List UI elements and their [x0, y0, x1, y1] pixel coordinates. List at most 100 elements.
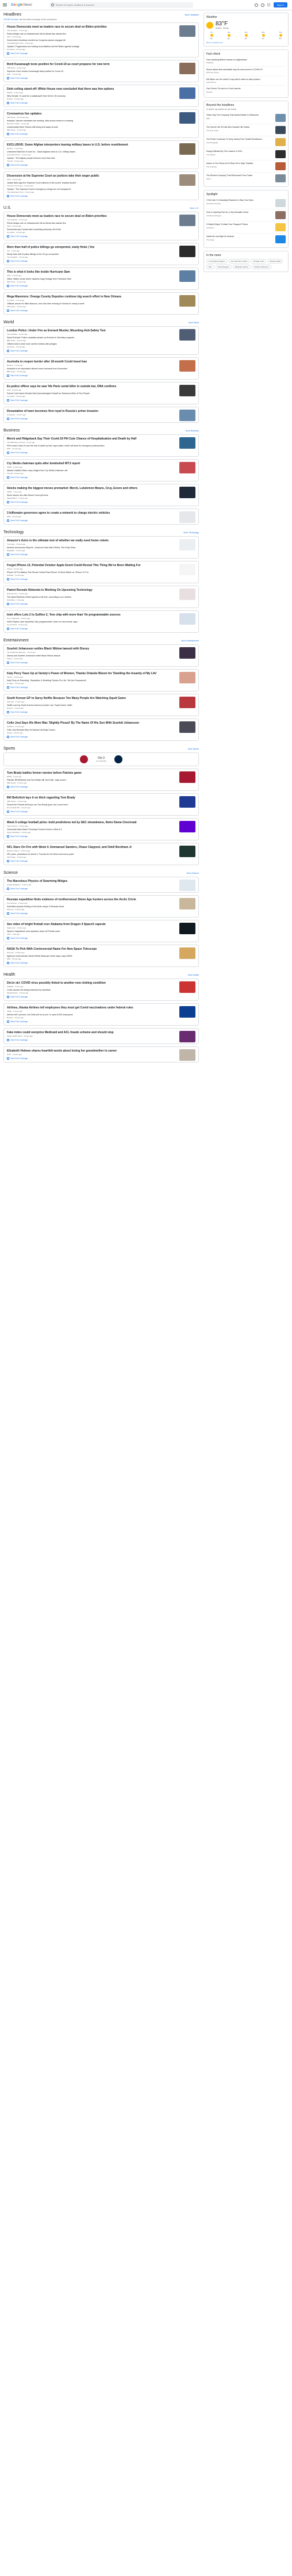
sidebar-story-title[interactable]: Inside the new fight for Android	[206, 235, 234, 238]
full-coverage-button[interactable]: View Full Coverage	[7, 628, 195, 630]
related-story[interactable]: Amazon Announces Reports - Amazon's New …	[7, 546, 174, 552]
story-headline[interactable]: Merck and Ridgeback Say Their Covid-19 P…	[7, 437, 174, 441]
story-thumbnail[interactable]	[179, 112, 195, 124]
topic-chip[interactable]: Elizabeth Holmes	[232, 265, 251, 270]
sidebar-story[interactable]: Fact-checking Biden's answer on Afghanis…	[206, 57, 286, 66]
full-coverage-button[interactable]: View Full Coverage	[7, 912, 195, 915]
related-story[interactable]: Covid vaccine link being examined by sci…	[7, 989, 174, 994]
sidebar-story-thumbnail[interactable]	[275, 174, 286, 183]
sidebar-story-title[interactable]: Author of Our Flame Art Of Bow US Is Hig…	[206, 162, 253, 165]
sidebar-story-thumbnail[interactable]	[275, 150, 286, 159]
story-thumbnail[interactable]	[179, 295, 195, 307]
story-headline[interactable]: Colin Jost Says His Mom Was 'Slightly Pi…	[7, 721, 174, 725]
sidebar-story[interactable]: Deeply Affected By The Leaders in 2021 Th…	[206, 148, 286, 160]
story-thumbnail[interactable]	[179, 487, 195, 498]
story-thumbnail[interactable]	[179, 215, 195, 226]
more-health-link[interactable]: More Health	[188, 974, 199, 976]
related-story[interactable]: SpaceX Inspiration4 crew splashes down o…	[7, 930, 174, 935]
sidebar-story-thumbnail[interactable]	[275, 162, 286, 171]
related-story[interactable]: Officials search for Mike Mansour, who h…	[7, 303, 174, 308]
related-story[interactable]: Pelosi delays vote on infrastructure bil…	[7, 33, 174, 38]
related-story-title[interactable]: Study finds half of police killings in t…	[7, 253, 59, 255]
full-coverage-button[interactable]: View Full Coverage	[7, 452, 195, 454]
related-story-title[interactable]: Unvaccinated New Yorkers still being sen…	[7, 126, 58, 128]
full-coverage-button[interactable]: View Full Coverage	[7, 686, 195, 689]
related-story[interactable]: Opinion: 'The Supreme Court's emergency …	[7, 188, 174, 193]
related-story[interactable]: Australia to let vaccinated citizens tra…	[7, 368, 174, 373]
sidebar-story-title[interactable]: Shock claims that vaccinated may be more…	[206, 68, 262, 71]
apps-grid-icon[interactable]	[267, 3, 271, 7]
sidebar-story[interactable]: Inside the new fight for Android The Verg…	[206, 233, 286, 245]
related-story-title[interactable]: iPhone 13 Pro Battery Test Shows Critica…	[7, 571, 89, 574]
sidebar-story-title[interactable]: The Secret Life Of Kids Who Wouldn't Be …	[206, 126, 249, 128]
related-story[interactable]: Unvaccinated New Yorkers still being sen…	[7, 126, 174, 131]
related-story[interactable]: Analysis: Vaccine mandates are working, …	[7, 120, 174, 125]
story-thumbnail[interactable]	[179, 721, 195, 733]
sidebar-story[interactable]: The Secret Life Of Kids Who Wouldn't Be …	[206, 124, 286, 136]
story-thumbnail[interactable]	[179, 1006, 195, 1018]
related-story[interactable]: Should the Patriots still hope can Tom B…	[7, 804, 174, 809]
related-story[interactable]: Government shutdown averted as Congress …	[7, 39, 174, 44]
related-story-title[interactable]: Scientists surprise finding of old Arcti…	[7, 905, 64, 908]
related-story-title[interactable]: Pelosi delays vote on infrastructure bil…	[7, 222, 66, 224]
related-story[interactable]: Stock futures rise after Merck Covid pil…	[7, 494, 174, 499]
full-coverage-button[interactable]: View Full Coverage	[7, 888, 195, 890]
story-thumbnail[interactable]	[179, 63, 195, 74]
related-story-title[interactable]: Opinion: 'The Afghan people deserve more…	[7, 157, 55, 159]
story-thumbnail[interactable]	[179, 613, 195, 625]
story-thumbnail[interactable]	[179, 25, 195, 37]
story-headline[interactable]: Patent Reveals Nintendo Is Working On Up…	[7, 588, 174, 592]
story-thumbnail[interactable]	[179, 539, 195, 551]
story-thumbnail[interactable]	[179, 981, 195, 993]
story-thumbnail[interactable]	[179, 1049, 195, 1061]
story-headline[interactable]: Devastation of town becomes first royal …	[7, 410, 174, 413]
sidebar-story-title[interactable]: 5 Helpful Ways To Make Your Passport Pho…	[206, 223, 248, 226]
related-story[interactable]: Airlines tell 2 percent, but Delta will …	[7, 1014, 174, 1019]
related-story[interactable]: Opinion: Progressives are holding reconc…	[7, 45, 174, 51]
story-headline[interactable]: Russian expedition finds evidence of nor…	[7, 898, 174, 901]
full-coverage-button[interactable]: View Full Coverage	[7, 578, 195, 580]
related-story[interactable]: Study finds half of police killings in t…	[7, 253, 174, 258]
sidebar-story-title[interactable]: Fact Check: Flu shot no Covid vaccine	[206, 87, 241, 90]
story-headline[interactable]: More than half of police killings go unr…	[7, 246, 174, 249]
full-coverage-button[interactable]: View Full Coverage	[7, 399, 195, 402]
related-story[interactable]: Cincinnati-Notre Dame Thursday Preview S…	[7, 828, 174, 834]
full-coverage-button[interactable]: View Full Coverage	[7, 285, 195, 287]
related-story[interactable]: iPhone 13 Pro Battery Test Shows Critica…	[7, 571, 174, 576]
sidebar-story[interactable]: Fact Check: Flu shot no Covid vaccine Reu…	[206, 85, 286, 95]
full-coverage-button[interactable]: View Full Coverage	[7, 835, 195, 838]
story-thumbnail[interactable]	[179, 270, 195, 282]
related-story[interactable]: Video: Watch ocean drone captures huge f…	[7, 278, 174, 283]
story-thumbnail[interactable]	[179, 588, 195, 600]
related-story-title[interactable]: Covid vaccine link being examined by sci…	[7, 989, 51, 991]
story-thumbnail[interactable]	[179, 360, 195, 372]
story-headline[interactable]: Katy Perry Tears Up at Variety's Power o…	[7, 672, 174, 675]
search-icon[interactable]	[51, 3, 54, 6]
sidebar-story[interactable]: The Public Continues To Keep Nearly Poor…	[206, 136, 286, 148]
sidebar-story-thumbnail[interactable]	[275, 235, 286, 244]
related-story-title[interactable]: Uncleared Bidet list of more for - Sarah…	[7, 151, 75, 153]
full-coverage-button[interactable]: View Full Coverage	[7, 77, 195, 79]
story-thumbnail[interactable]	[179, 697, 195, 708]
related-story-title[interactable]: Democrats say it would take something se…	[7, 228, 61, 231]
story-thumbnail[interactable]	[179, 87, 195, 99]
full-coverage-button[interactable]: View Full Coverage	[7, 309, 195, 312]
full-coverage-button[interactable]: View Full Coverage	[7, 553, 195, 556]
story-headline[interactable]: Brett Kavanaugh tests positive for Covid…	[7, 63, 174, 66]
story-thumbnail[interactable]	[179, 437, 195, 449]
story-headline[interactable]: Airlines, Alaska Airlines tell employees…	[7, 1006, 174, 1010]
related-story[interactable]: Sarah Everard: Police constable pleads n…	[7, 337, 174, 342]
full-coverage-button[interactable]: View Full Coverage	[7, 786, 195, 788]
story-thumbnail[interactable]	[179, 511, 195, 523]
story-headline[interactable]: Stocks making the biggest moves premarke…	[7, 487, 174, 490]
story-thumbnail[interactable]	[179, 898, 195, 909]
full-coverage-button[interactable]: View Full Coverage	[7, 235, 195, 238]
related-story[interactable]: Officers told to seek more careful revie…	[7, 343, 174, 348]
sidebar-story[interactable]: I Feel Like I'm Sampling Research Is Sto…	[206, 197, 286, 209]
story-thumbnail[interactable]	[179, 672, 195, 683]
story-thumbnail[interactable]	[179, 880, 195, 891]
related-story-title[interactable]: Should the Patriots still hope can Tom B…	[7, 804, 68, 806]
related-story-title[interactable]: SpaceX Inspiration4 crew splashes down o…	[7, 930, 60, 932]
full-coverage-button[interactable]: View Full Coverage	[7, 374, 195, 377]
full-coverage-button[interactable]: View Full Coverage	[7, 1021, 195, 1023]
